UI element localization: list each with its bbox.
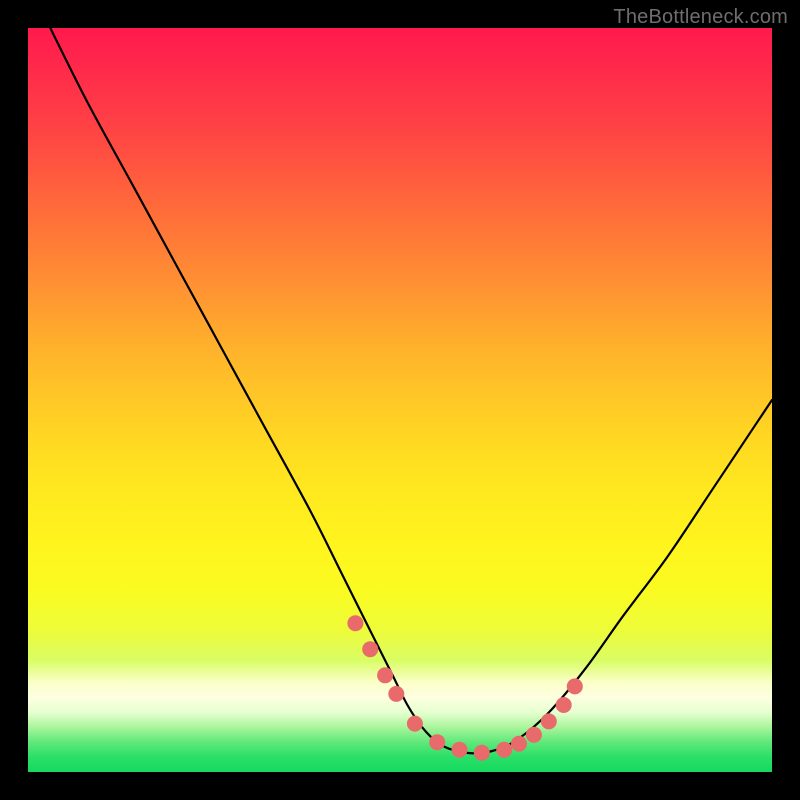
marker-dot bbox=[362, 641, 378, 657]
marker-dot bbox=[511, 736, 527, 752]
bottleneck-curve bbox=[50, 28, 772, 753]
watermark-text: TheBottleneck.com bbox=[613, 6, 788, 29]
marker-dot bbox=[496, 742, 512, 758]
marker-dot bbox=[526, 727, 542, 743]
marker-dot bbox=[556, 697, 572, 713]
marker-dot bbox=[567, 678, 583, 694]
chart-svg bbox=[28, 28, 772, 772]
marker-dot bbox=[347, 615, 363, 631]
marker-dot bbox=[429, 734, 445, 750]
marker-dot bbox=[388, 686, 404, 702]
marker-dot bbox=[474, 745, 490, 761]
marker-dot bbox=[452, 742, 468, 758]
flat-region-dots bbox=[347, 615, 582, 761]
marker-dot bbox=[377, 667, 393, 683]
chart-frame: TheBottleneck.com bbox=[0, 0, 800, 800]
marker-dot bbox=[541, 713, 557, 729]
marker-dot bbox=[407, 716, 423, 732]
